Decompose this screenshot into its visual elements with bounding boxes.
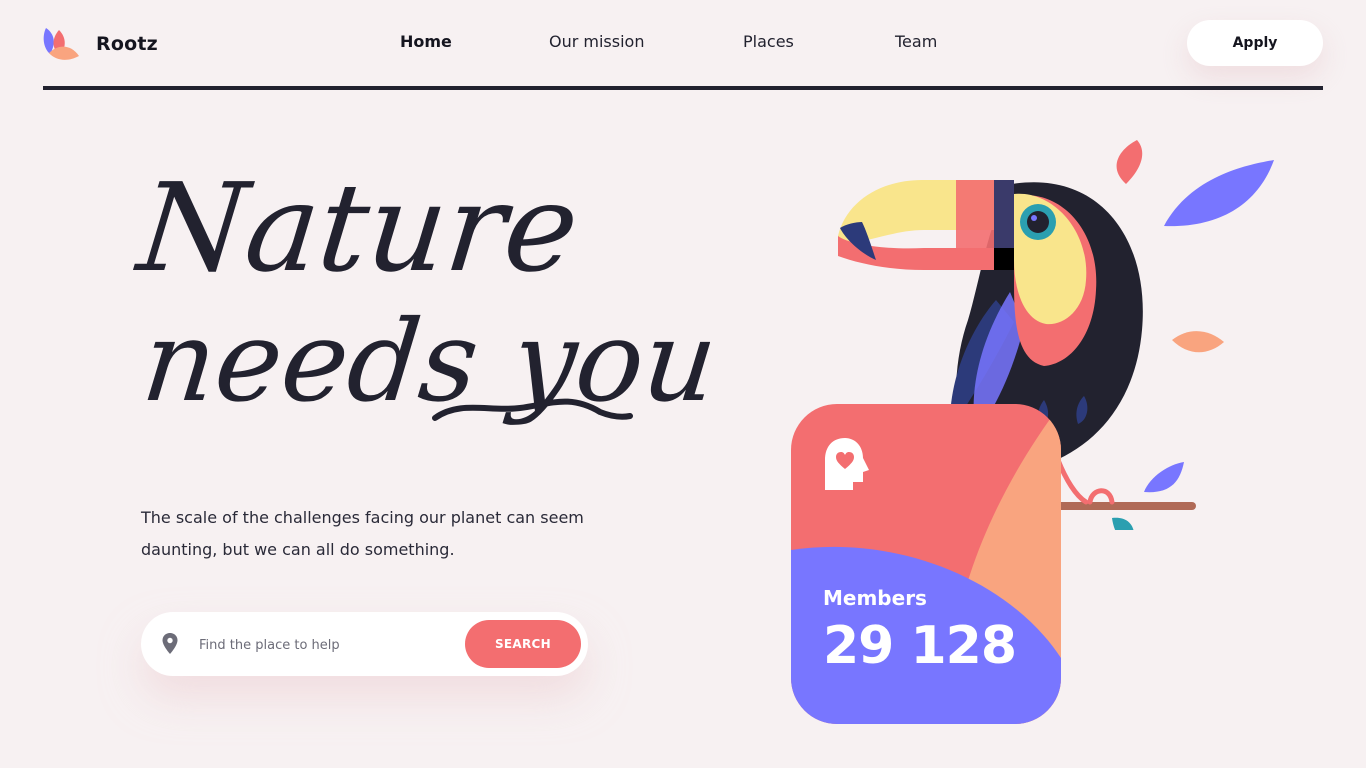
leaf-icon <box>1116 140 1143 184</box>
headline-line-2: needs you <box>137 297 710 427</box>
members-label: Members <box>823 586 927 610</box>
nav-our-mission-link[interactable]: Our mission <box>549 32 644 51</box>
members-card: Members 29 128 <box>791 404 1061 724</box>
headline-line-1: Nature <box>130 156 585 299</box>
nav-home-link[interactable]: Home <box>400 32 452 51</box>
nav-places-link[interactable]: Places <box>743 32 794 51</box>
head-heart-icon <box>825 438 869 490</box>
map-pin-icon <box>162 633 178 654</box>
leaf-icon <box>1164 160 1274 227</box>
search-button[interactable]: SEARCH <box>465 620 581 668</box>
leaf-icon <box>1144 462 1184 493</box>
leaf-icon <box>1112 517 1134 530</box>
place-search-input[interactable] <box>197 628 461 662</box>
main-nav: Home Our mission Places Team <box>0 32 1366 54</box>
apply-button[interactable]: Apply <box>1187 20 1323 66</box>
nav-team-link[interactable]: Team <box>895 32 937 51</box>
hero-headline: Nature needs you <box>130 156 710 427</box>
hero-description: The scale of the challenges facing our p… <box>141 508 584 559</box>
place-search-bar: SEARCH <box>141 612 588 676</box>
members-count: 29 128 <box>823 616 1017 676</box>
leaf-icon <box>1172 331 1224 353</box>
header-divider <box>43 86 1323 90</box>
